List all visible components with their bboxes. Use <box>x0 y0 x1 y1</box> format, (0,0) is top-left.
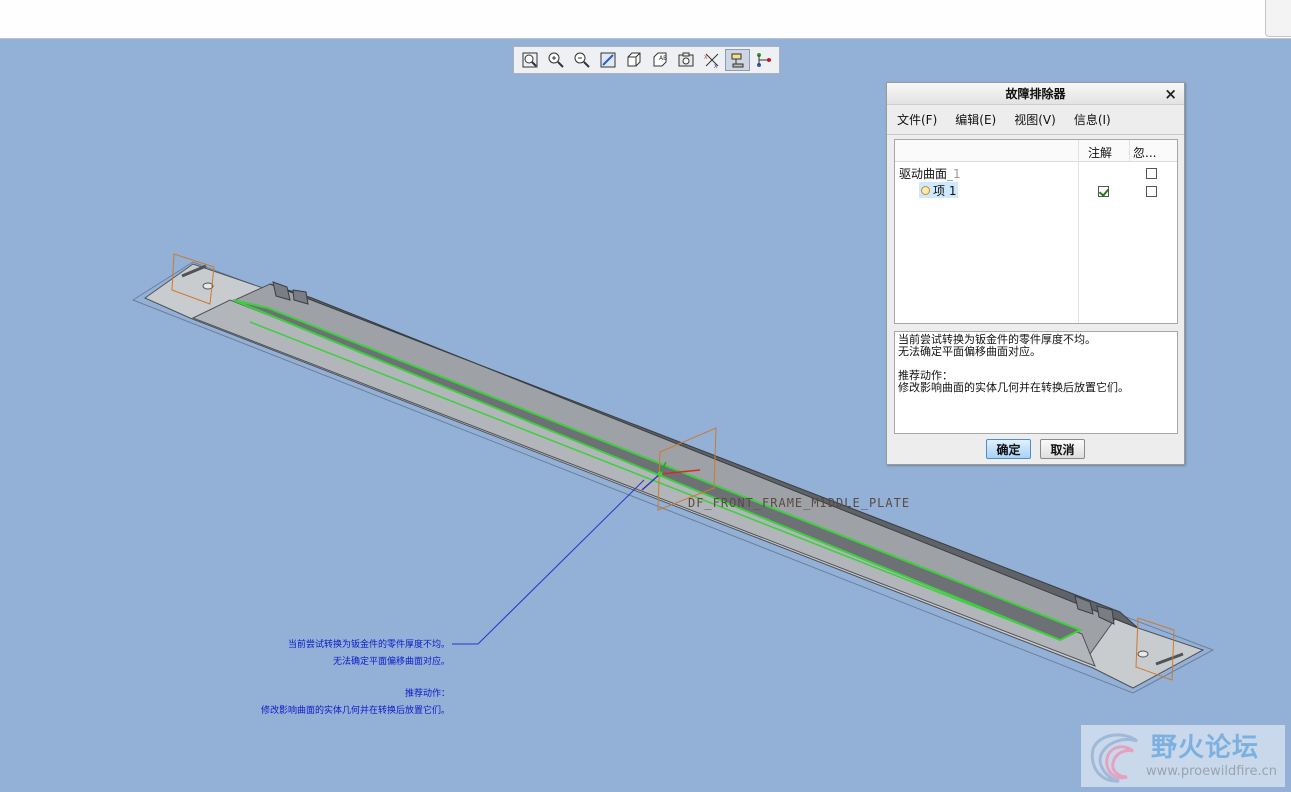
message-action-text: 修改影响曲面的实体几何并在转换后放置它们。 <box>898 381 1129 394</box>
column-ignore[interactable]: 忽... <box>1133 144 1156 161</box>
datum-display-icon: XX <box>704 53 718 69</box>
zoom-in-button[interactable] <box>543 49 568 71</box>
issue-tree[interactable]: 注解 忽... 驱动曲面_1 项 1 <box>894 139 1178 324</box>
shading-style-button[interactable] <box>621 49 646 71</box>
view-manager-icon <box>678 52 693 67</box>
annotation-display-icon <box>731 53 743 68</box>
item-label: 项 1 <box>933 183 957 198</box>
cancel-button[interactable]: 取消 <box>1040 439 1085 459</box>
drive-surface-ignore-checkbox[interactable] <box>1146 168 1157 179</box>
svg-text:AB: AB <box>659 55 667 62</box>
menu-info[interactable]: 信息(I) <box>1074 111 1111 128</box>
note-action-title: 推荐动作： <box>404 689 450 699</box>
saved-views-button[interactable]: AB <box>647 49 672 71</box>
spin-center-button[interactable] <box>751 49 776 71</box>
tree-header: 注解 忽... <box>895 140 1177 162</box>
tree-row-item[interactable]: 项 1 <box>895 182 1177 200</box>
forum-logo-icon <box>1090 733 1138 783</box>
saved-views-icon: AB <box>653 52 667 67</box>
zoom-out-button[interactable] <box>569 49 594 71</box>
datum-display-button[interactable]: XX <box>699 49 724 71</box>
dialog-titlebar[interactable]: 故障排除器 × <box>887 83 1184 105</box>
view-manager-button[interactable] <box>673 49 698 71</box>
model-annotation-note[interactable]: 当前尝试转换为钣金件的零件厚度不均。 无法确定平面偏移曲面对应。 推荐动作： 修… <box>250 637 450 720</box>
zoom-out-icon <box>574 52 590 68</box>
tree-row-drive-surface[interactable]: 驱动曲面_1 <box>895 164 1177 182</box>
item-ignore-checkbox[interactable] <box>1146 186 1157 197</box>
column-annotate[interactable]: 注解 <box>1088 144 1112 161</box>
message-line-2: 无法确定平面偏移曲面对应。 <box>898 345 1041 358</box>
top-bar <box>0 0 1291 39</box>
dialog-menubar: 文件(F) 编辑(E) 视图(V) 信息(I) <box>887 105 1184 135</box>
csys-origin <box>657 471 663 477</box>
view-toolbar: AB XX <box>513 46 780 74</box>
item-node[interactable]: 项 1 <box>919 182 959 198</box>
zoom-in-icon <box>548 52 564 68</box>
dialog-title: 故障排除器 <box>1005 87 1066 101</box>
watermark: 野火论坛 www.proewildfire.cn <box>1081 725 1285 787</box>
right-hole <box>1137 650 1149 658</box>
window-corner-button[interactable] <box>1265 0 1291 37</box>
svg-text:X: X <box>714 64 718 69</box>
item-annotate-checkbox[interactable] <box>1098 186 1109 197</box>
note-line-2: 无法确定平面偏移曲面对应。 <box>332 657 450 667</box>
refit-view-button[interactable] <box>517 49 542 71</box>
note-line-1: 当前尝试转换为钣金件的零件厚度不均。 <box>287 640 450 650</box>
datum-label: DF_FRONT_FRAME_MIDDLE_PLATE <box>688 496 911 510</box>
menu-edit[interactable]: 编辑(E) <box>955 111 996 128</box>
ok-button[interactable]: 确定 <box>986 439 1031 459</box>
close-icon[interactable]: × <box>1164 85 1177 103</box>
spin-center-icon <box>756 53 771 67</box>
note-action-text: 修改影响曲面的实体几何并在转换后放置它们。 <box>260 706 450 716</box>
issue-message: 当前尝试转换为钣金件的零件厚度不均。 无法确定平面偏移曲面对应。 推荐动作： 修… <box>894 331 1178 434</box>
repaint-button[interactable] <box>595 49 620 71</box>
menu-file[interactable]: 文件(F) <box>897 111 937 128</box>
warning-circle-icon <box>921 185 930 195</box>
note-leader-line <box>477 479 645 645</box>
watermark-title: 野火论坛 <box>1151 733 1260 763</box>
watermark-url: www.proewildfire.cn <box>1146 764 1277 779</box>
drive-surface-label: 驱动曲面 <box>899 167 948 181</box>
svg-text:X: X <box>704 55 708 61</box>
drive-surface-suffix: _1 <box>947 167 961 181</box>
shading-style-icon <box>627 52 640 67</box>
menu-view[interactable]: 视图(V) <box>1014 111 1056 128</box>
troubleshooter-dialog: 故障排除器 × 文件(F) 编辑(E) 视图(V) 信息(I) 注解 忽... … <box>886 82 1185 465</box>
annotation-display-button[interactable] <box>725 49 750 71</box>
refit-view-icon <box>522 52 537 68</box>
repaint-icon <box>600 52 615 68</box>
